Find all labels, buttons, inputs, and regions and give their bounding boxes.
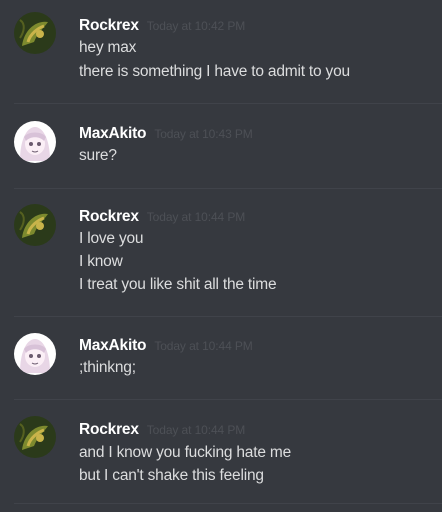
rockrex-avatar-icon[interactable]	[14, 204, 56, 246]
message-text: hey max	[79, 39, 137, 56]
message-divider	[14, 316, 442, 317]
message-divider	[14, 188, 442, 189]
message-header: MaxAkito Today at 10:44 PM	[79, 337, 253, 355]
message-header: MaxAkito Today at 10:43 PM	[79, 125, 253, 143]
message-text: I love you	[79, 230, 144, 247]
username[interactable]: MaxAkito	[79, 125, 147, 142]
timestamp: Today at 10:42 PM	[146, 19, 246, 33]
rockrex-avatar-icon[interactable]	[14, 416, 56, 458]
message-header: Rockrex Today at 10:44 PM	[79, 208, 245, 226]
message-divider	[14, 103, 442, 104]
timestamp: Today at 10:43 PM	[154, 127, 253, 141]
message-text: but I can't shake this feeling	[79, 467, 264, 484]
message-list: Rockrex Today at 10:42 PM hey max there i…	[0, 0, 442, 512]
timestamp: Today at 10:44 PM	[146, 423, 246, 437]
username[interactable]: MaxAkito	[79, 337, 147, 354]
timestamp: Today at 10:44 PM	[146, 210, 246, 224]
message-text: sure?	[79, 147, 117, 164]
username[interactable]: Rockrex	[79, 421, 139, 438]
username[interactable]: Rockrex	[79, 17, 139, 34]
message-text: ;thinkng;	[79, 359, 136, 376]
message-text: there is something I have to admit to yo…	[79, 63, 350, 80]
timestamp: Today at 10:44 PM	[154, 339, 253, 353]
message-divider	[14, 503, 442, 504]
message-divider	[14, 399, 442, 400]
message-header: Rockrex Today at 10:44 PM	[79, 421, 245, 439]
maxakito-avatar-icon[interactable]	[14, 333, 56, 375]
message-text: and I know you fucking hate me	[79, 444, 291, 461]
rockrex-avatar-icon[interactable]	[14, 12, 56, 54]
maxakito-avatar-icon[interactable]	[14, 121, 56, 163]
username[interactable]: Rockrex	[79, 208, 139, 225]
message-text: I treat you like shit all the time	[79, 276, 277, 293]
message-header: Rockrex Today at 10:42 PM	[79, 17, 245, 35]
message-text: I know	[79, 253, 123, 270]
